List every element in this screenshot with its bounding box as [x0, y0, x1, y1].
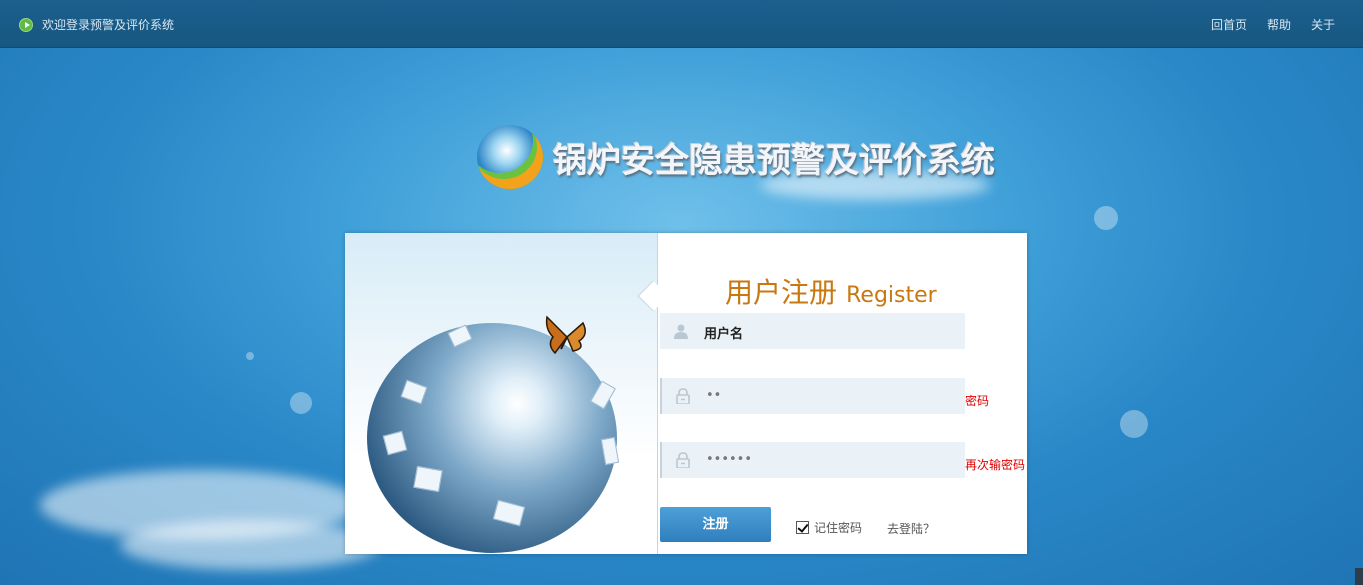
nav-help-link[interactable]: 帮助	[1267, 16, 1291, 33]
username-value: 用户名	[704, 327, 744, 342]
username-field[interactable]: 用户名	[660, 313, 965, 349]
confirm-password-value: ••••••	[706, 452, 753, 467]
remember-label: 记住密码	[814, 521, 863, 535]
play-icon	[19, 18, 33, 32]
nav-home-link[interactable]: 回首页	[1211, 16, 1247, 33]
password-value: ••	[706, 388, 722, 403]
user-icon	[674, 324, 688, 339]
go-login-link[interactable]: 去登陆？	[887, 520, 935, 537]
welcome-text: 欢迎登录预警及评价系统	[42, 18, 175, 32]
background-bubble	[290, 392, 312, 414]
background-bubble	[1120, 410, 1148, 438]
top-bar: 欢迎登录预警及评价系统 回首页 帮助 关于	[0, 0, 1363, 48]
register-title-en: Register	[846, 283, 937, 308]
system-title: 锅炉安全隐患预警及评价系统	[553, 141, 995, 181]
confirm-password-field[interactable]: ••••••	[660, 442, 965, 478]
remember-password[interactable]: 记住密码	[796, 519, 862, 536]
register-heading: 用户注册 Register	[725, 271, 937, 311]
register-title-cn: 用户注册	[725, 276, 838, 309]
top-nav: 回首页 帮助 关于	[1211, 16, 1335, 33]
password-field[interactable]: ••	[660, 378, 965, 414]
lock-icon	[676, 452, 690, 468]
lock-icon	[676, 388, 690, 404]
remember-checkbox[interactable]	[796, 521, 809, 534]
password-hint: 密码	[965, 394, 990, 408]
panel-illustration	[345, 233, 658, 554]
globe-logo-icon	[477, 125, 543, 189]
confirm-password-hint: 再次输密码	[965, 458, 1026, 472]
register-panel: 用户注册 Register 用户名 •• 密码 •••••• 再次输密码 注册 …	[345, 233, 1027, 554]
nav-about-link[interactable]: 关于	[1311, 16, 1335, 33]
puzzle-piece	[413, 465, 443, 493]
background-cloud	[120, 520, 380, 570]
system-logo: 锅炉安全隐患预警及评价系统	[477, 123, 995, 193]
register-button[interactable]: 注册	[660, 507, 771, 542]
scrollbar-corner	[1355, 568, 1363, 585]
background-bubble	[246, 352, 254, 360]
butterfly-icon	[545, 315, 586, 355]
background-bubble	[1094, 206, 1118, 230]
